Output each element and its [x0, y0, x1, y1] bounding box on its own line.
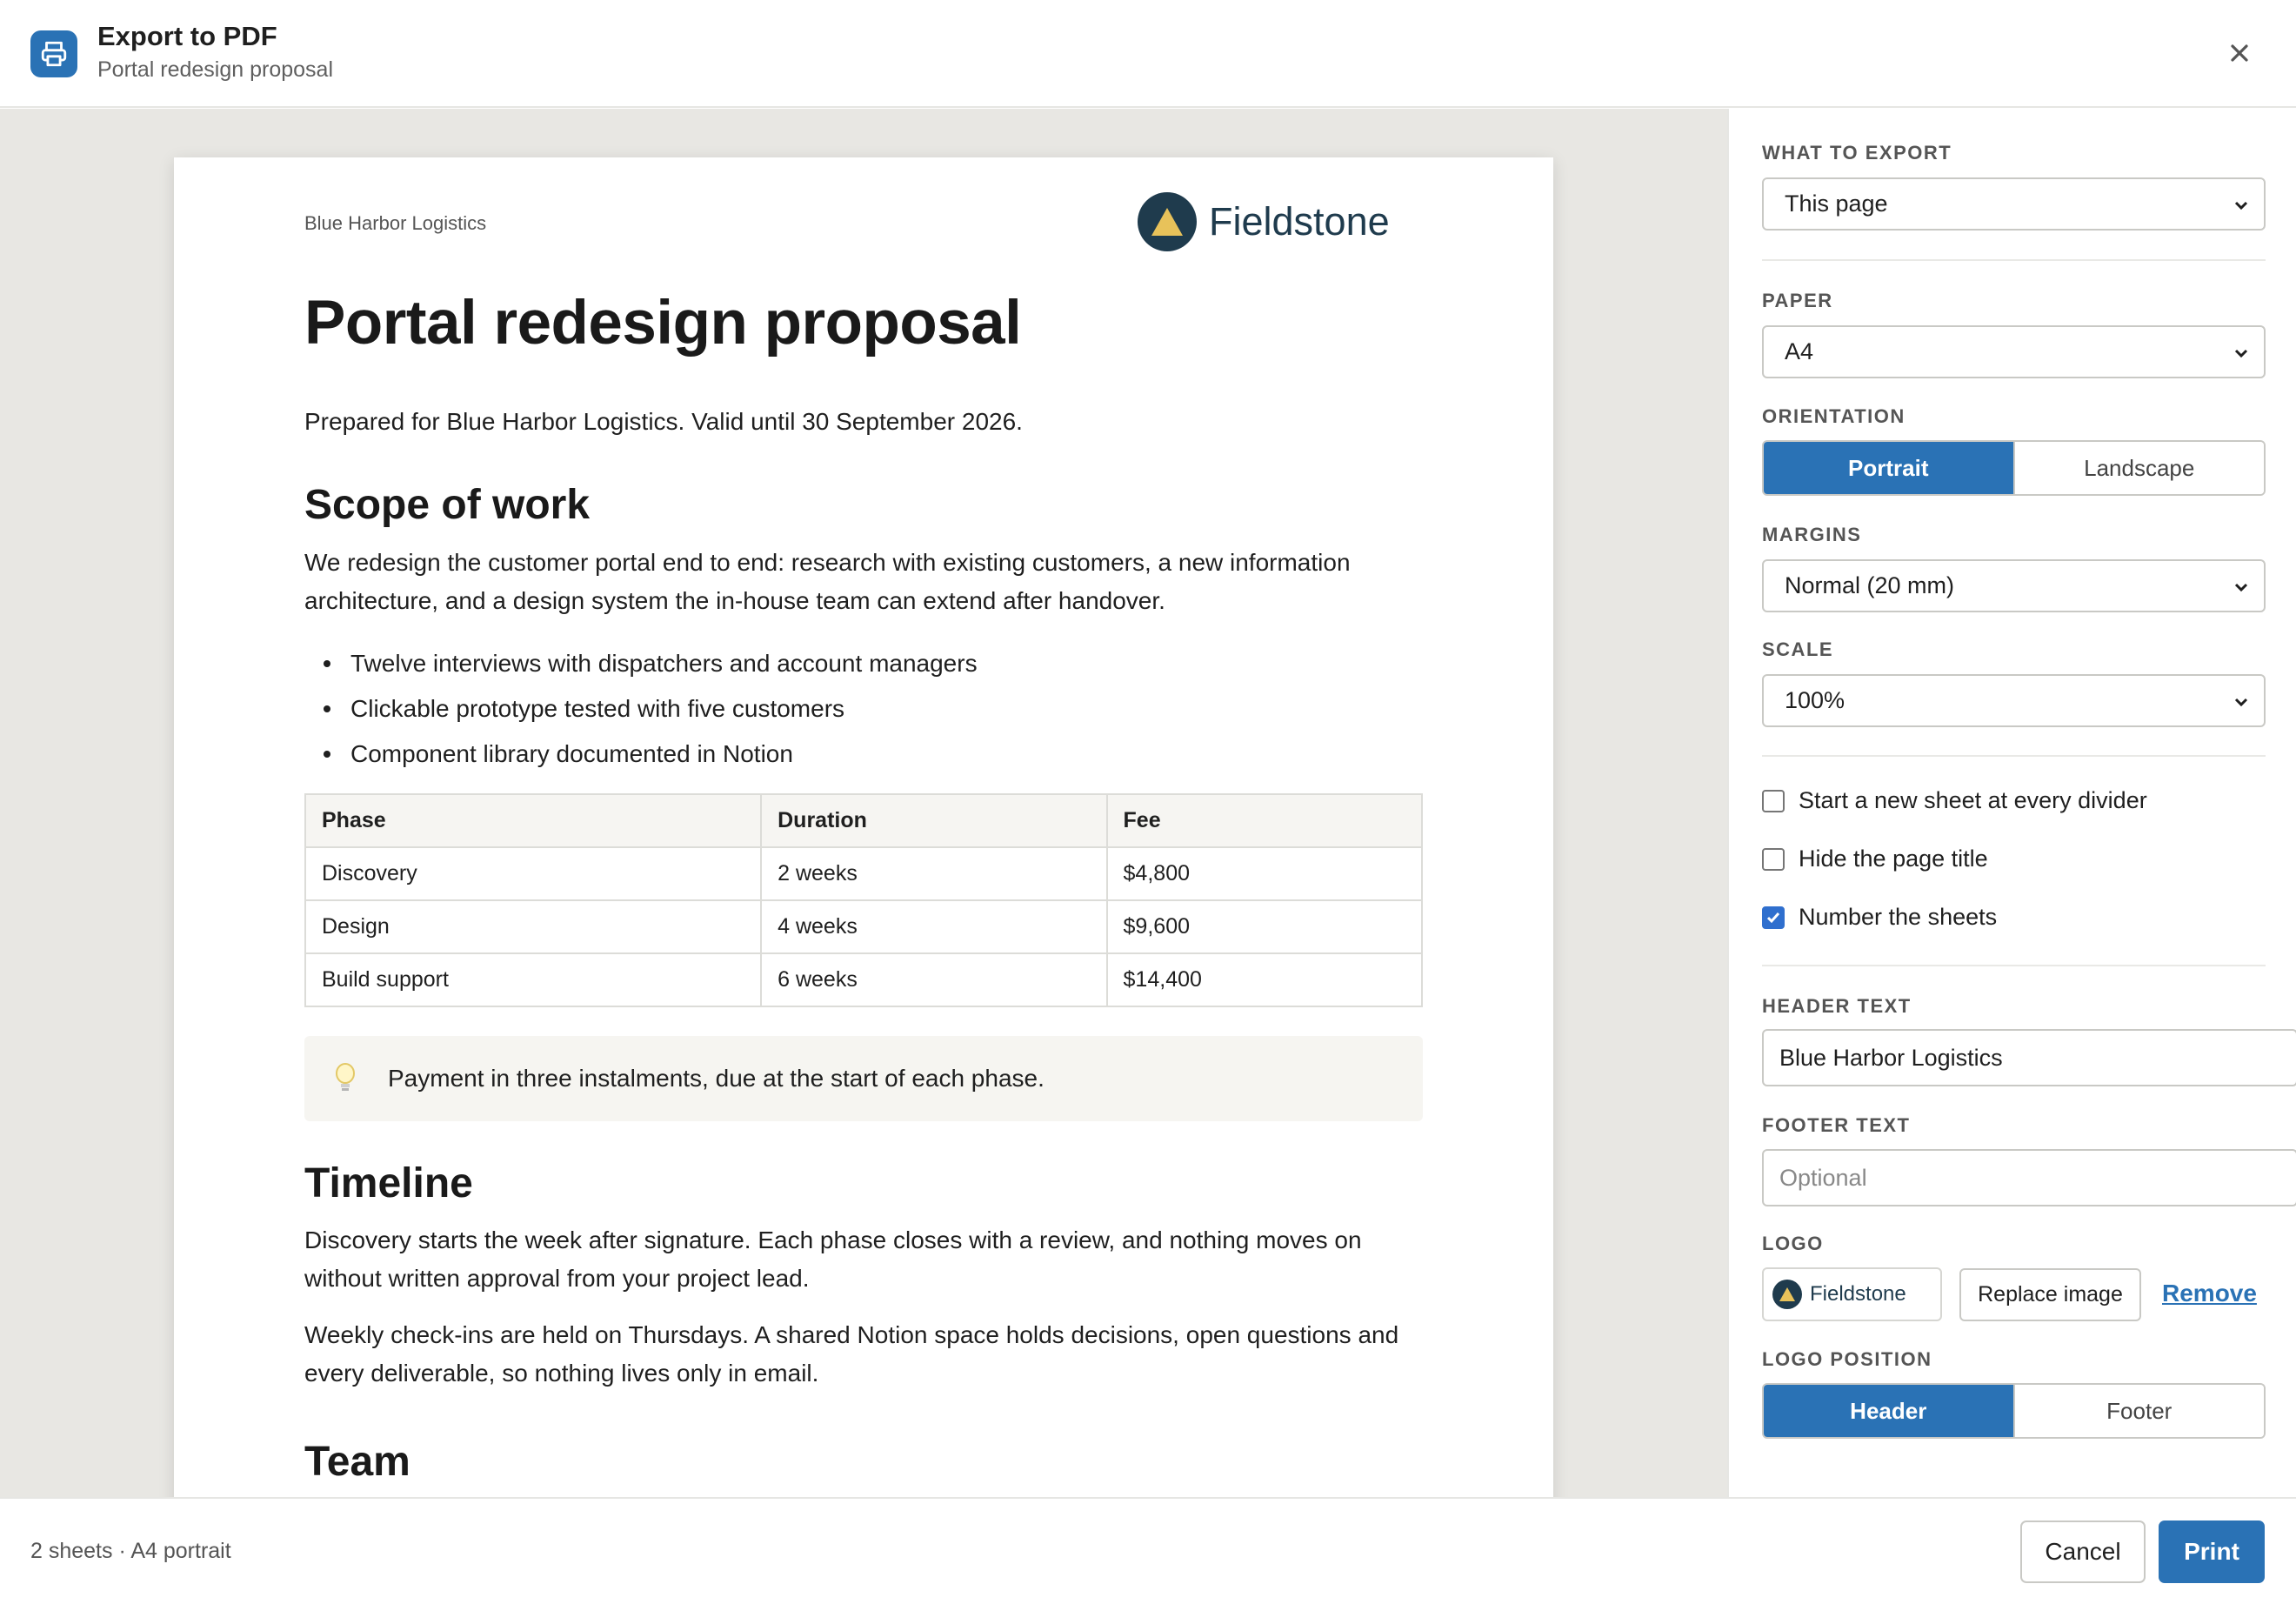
table-row: Design 4 weeks $9,600 — [304, 899, 1424, 954]
table-row: Build support 6 weeks $14,400 — [304, 952, 1424, 1007]
timeline-paragraph-2: Weekly check-ins are held on Thursdays. … — [304, 1321, 1399, 1387]
close-icon — [2231, 44, 2248, 62]
doc-title: Portal redesign proposal — [304, 289, 1022, 358]
table-cell: Design — [304, 899, 763, 954]
select-value: This page — [1785, 190, 1888, 217]
table-header-cell: Phase — [304, 793, 763, 848]
checkbox-hide-title-row[interactable]: Hide the page title — [1762, 845, 1988, 872]
payment-callout: Payment in three instalments, due at the… — [304, 1036, 1423, 1121]
table-cell: 6 weeks — [760, 952, 1108, 1007]
doc-logo: Fieldstone — [1138, 192, 1390, 251]
logo-preview-chip: Fieldstone — [1762, 1267, 1942, 1321]
section-heading-timeline: Timeline — [304, 1160, 473, 1206]
dialog-header: Export to PDF Portal redesign proposal — [0, 0, 2296, 108]
fieldstone-logo-icon — [1138, 192, 1197, 251]
table-cell: Build support — [304, 952, 763, 1007]
select-value: 100% — [1785, 687, 1845, 713]
page-preview-area[interactable]: Blue Harbor Logistics Fieldstone Portal … — [0, 109, 1727, 1497]
table-cell: $14,400 — [1105, 952, 1424, 1007]
chevron-down-icon — [2234, 698, 2248, 707]
checkmark-icon — [1766, 912, 1780, 923]
table-cell: 4 weeks — [760, 899, 1108, 954]
orientation-portrait-button[interactable]: Portrait — [1764, 442, 2013, 494]
divider — [1762, 259, 2266, 261]
scale-select[interactable]: 100% — [1762, 674, 2266, 727]
checkbox-label: Hide the page title — [1799, 845, 1988, 872]
print-button[interactable]: Print — [2159, 1520, 2265, 1583]
orientation-toggle: Portrait Landscape — [1762, 440, 2266, 496]
logo-position-label: LOGO POSITION — [1762, 1348, 1932, 1370]
table-cell: $4,800 — [1105, 846, 1424, 901]
checkbox-number-sheets-row[interactable]: Number the sheets — [1762, 904, 1997, 931]
table-row: Discovery 2 weeks $4,800 — [304, 846, 1424, 901]
callout-text: Payment in three instalments, due at the… — [388, 1065, 1045, 1092]
close-button[interactable] — [2218, 31, 2261, 75]
export-settings-panel: WHAT TO EXPORT This page PAPER A4 ORIENT… — [1727, 109, 2296, 1497]
checkbox-label: Number the sheets — [1799, 904, 1998, 930]
printer-icon — [30, 30, 77, 77]
section-heading-scope: Scope of work — [304, 482, 591, 528]
scale-label: SCALE — [1762, 638, 1834, 660]
footer-text-input[interactable]: Optional — [1762, 1149, 2296, 1206]
what-to-export-label: WHAT TO EXPORT — [1762, 142, 1952, 164]
table-header-cell: Duration — [760, 793, 1108, 848]
number-sheets-checkbox[interactable] — [1762, 906, 1785, 929]
checkbox-label: Start a new sheet at every divider — [1799, 787, 2147, 813]
export-summary: 2 sheets · A4 portrait — [30, 1539, 231, 1563]
dialog-title: Export to PDF — [97, 21, 277, 51]
list-item: Clickable prototype tested with five cus… — [304, 686, 978, 732]
margins-select[interactable]: Normal (20 mm) — [1762, 559, 2266, 612]
table-cell: 2 weeks — [760, 846, 1108, 901]
table-cell: Discovery — [304, 846, 763, 901]
pdf-sheet-preview: Blue Harbor Logistics Fieldstone Portal … — [174, 157, 1553, 1497]
logo-position-footer-button[interactable]: Footer — [2012, 1385, 2264, 1437]
what-to-export-select[interactable]: This page — [1762, 177, 2266, 231]
logo-position-toggle: Header Footer — [1762, 1383, 2266, 1439]
doc-lead: Prepared for Blue Harbor Logistics. Vali… — [304, 408, 1023, 435]
logo-position-header-button[interactable]: Header — [1764, 1385, 2013, 1437]
hide-title-checkbox[interactable] — [1762, 847, 1785, 871]
checkbox-new-sheet-row[interactable]: Start a new sheet at every divider — [1762, 787, 2147, 814]
table-cell: $9,600 — [1105, 899, 1424, 954]
divider — [1762, 755, 2266, 757]
paper-select[interactable]: A4 — [1762, 325, 2266, 378]
list-item: Twelve interviews with dispatchers and a… — [304, 641, 978, 686]
fees-table: Phase Duration Fee Discovery 2 weeks $4,… — [304, 793, 1424, 1007]
doc-header-text: Blue Harbor Logistics — [304, 212, 487, 234]
lightbulb-icon — [334, 1061, 357, 1096]
orientation-landscape-button[interactable]: Landscape — [2012, 442, 2264, 494]
dialog-subtitle: Portal redesign proposal — [97, 57, 333, 82]
table-header-row: Phase Duration Fee — [304, 793, 1424, 848]
chevron-down-icon — [2234, 583, 2248, 592]
chevron-down-icon — [2234, 201, 2248, 211]
table-header-cell: Fee — [1105, 793, 1424, 848]
logo-chip-name: Fieldstone — [1810, 1282, 1906, 1306]
chevron-down-icon — [2234, 349, 2248, 358]
remove-logo-link[interactable]: Remove — [2162, 1280, 2257, 1307]
fieldstone-logo-icon — [1772, 1280, 1802, 1309]
divider — [1762, 965, 2266, 966]
list-item: Component library documented in Notion — [304, 732, 978, 777]
section-scope-body: We redesign the customer portal end to e… — [304, 549, 1351, 614]
paper-label: PAPER — [1762, 290, 1833, 311]
select-value: Normal (20 mm) — [1785, 572, 1955, 598]
logo-label: LOGO — [1762, 1233, 1824, 1254]
header-text-input[interactable]: Blue Harbor Logistics — [1762, 1029, 2296, 1086]
footer-text-label: FOOTER TEXT — [1762, 1114, 1911, 1136]
margins-label: MARGINS — [1762, 524, 1862, 545]
scope-bullet-list: Twelve interviews with dispatchers and a… — [304, 641, 978, 777]
doc-logo-name: Fieldstone — [1209, 199, 1390, 244]
new-sheet-checkbox[interactable] — [1762, 789, 1785, 812]
timeline-paragraph-1: Discovery starts the week after signatur… — [304, 1226, 1362, 1292]
header-text-label: HEADER TEXT — [1762, 995, 1912, 1017]
section-heading-team: Team — [304, 1439, 410, 1485]
orientation-label: ORIENTATION — [1762, 405, 1906, 427]
dialog-footer: 2 sheets · A4 portrait Cancel Print — [0, 1497, 2296, 1604]
export-dialog: Export to PDF Portal redesign proposal B… — [0, 0, 2296, 1604]
replace-image-button[interactable]: Replace image — [1959, 1268, 2141, 1321]
cancel-button[interactable]: Cancel — [2020, 1520, 2146, 1583]
select-value: A4 — [1785, 338, 1814, 364]
